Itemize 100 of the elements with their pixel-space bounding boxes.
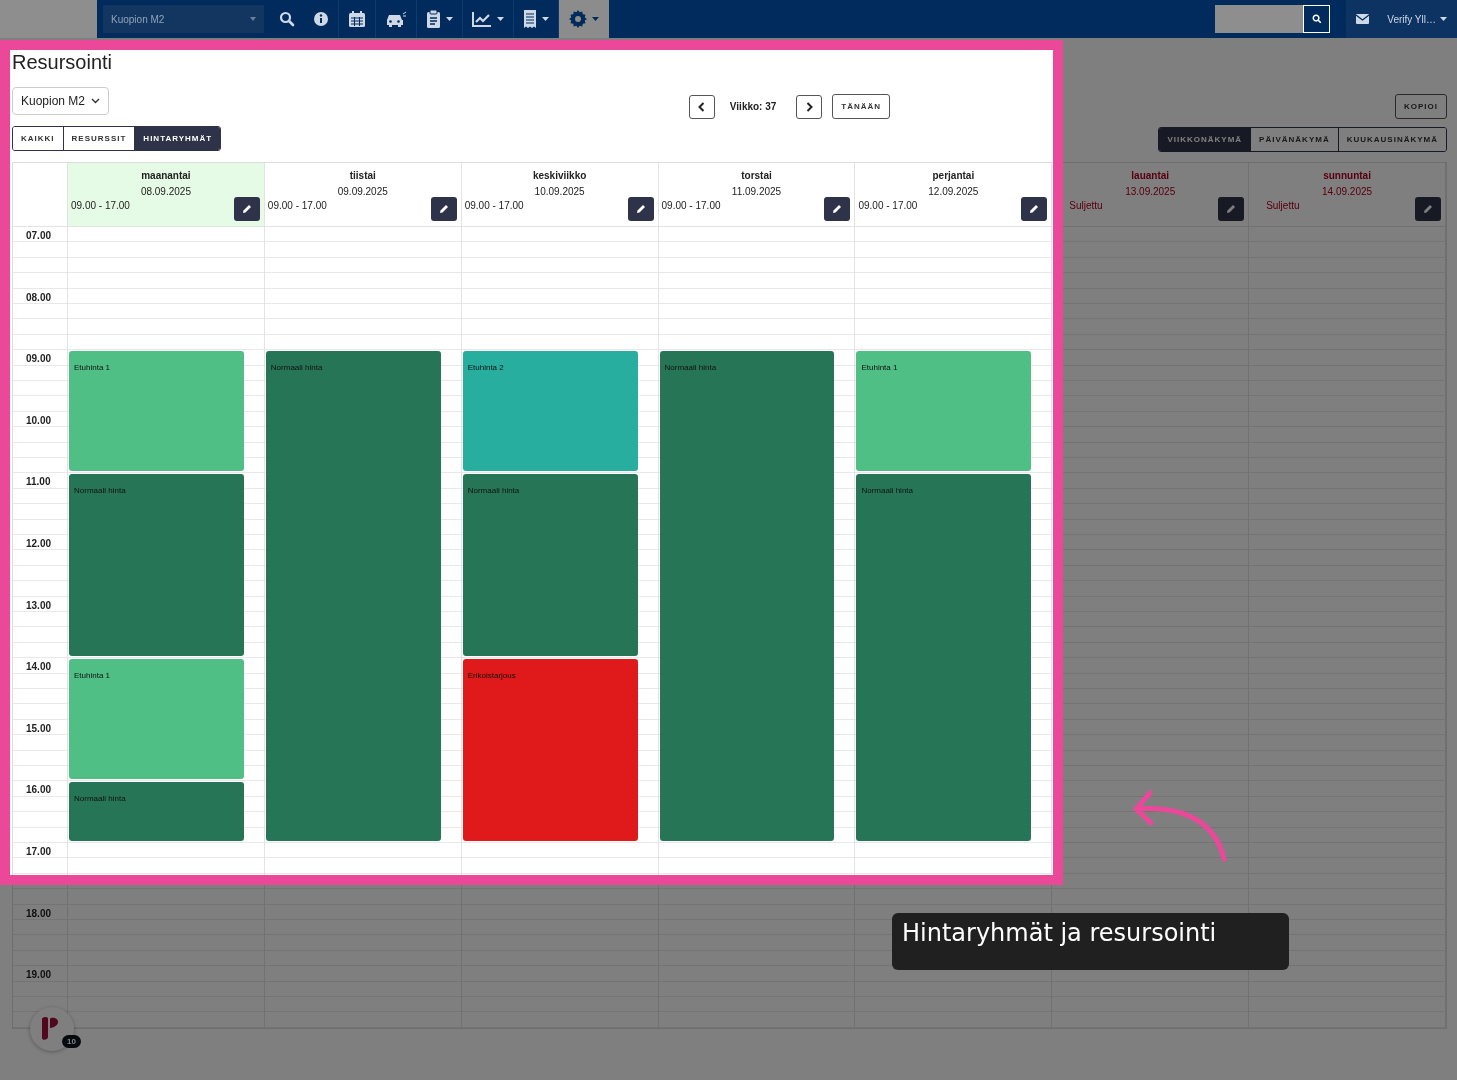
hour-label: 10.00 (26, 414, 52, 426)
copy-button[interactable]: KOPIOI (1395, 94, 1447, 119)
search-button[interactable] (1303, 5, 1331, 33)
user-menu[interactable]: Verify Yll… (1379, 0, 1457, 38)
day-date: 14.09.2025 (1322, 186, 1373, 197)
pencil-icon (241, 204, 252, 214)
day-date: 08.09.2025 (140, 186, 191, 197)
price-group-label: Etuhinta 1 (861, 363, 898, 373)
price-group-block[interactable]: Erikoistarjous (462, 659, 638, 841)
pencil-icon (438, 204, 449, 214)
opening-hours: Suljettu (1266, 200, 1300, 211)
price-group-block[interactable]: Etuhinta 1 (856, 351, 1032, 472)
hour-label: 18.00 (26, 907, 52, 919)
tutorial-caption: Hintaryhmät ja resursointi (892, 913, 1289, 970)
receipt-icon (523, 10, 537, 28)
mail-icon[interactable] (1356, 14, 1370, 24)
search-field[interactable] (1215, 5, 1304, 33)
price-group-label: Etuhinta 1 (74, 671, 111, 681)
today-button[interactable]: TÄNÄÄN (832, 94, 891, 119)
caret-icon (1440, 17, 1447, 21)
day-name: tiistai (349, 170, 376, 181)
price-group-label: Normaali hinta (270, 363, 323, 373)
opening-hours: 09.00 - 17.00 (267, 200, 327, 211)
pencil-icon (832, 204, 843, 214)
day-date: 11.09.2025 (731, 186, 782, 197)
pencil-icon (1423, 204, 1433, 214)
hour-label: 19.00 (26, 969, 52, 981)
hour-label: 17.00 (26, 845, 52, 857)
page-title: Resursointi (12, 51, 114, 74)
price-group-block[interactable]: Normaali hinta (265, 351, 441, 841)
view-tab[interactable]: VIIKKONÄKYMÄ (1159, 128, 1252, 151)
location-select[interactable]: Kuopion M2 (12, 87, 110, 115)
filter-tab[interactable]: KAIKKI (13, 127, 64, 150)
edit-button[interactable] (430, 197, 457, 221)
day-date: 09.09.2025 (337, 186, 388, 197)
day-date: 13.09.2025 (1125, 186, 1176, 197)
chart-icon (472, 11, 492, 27)
price-group-label: Normaali hinta (861, 486, 913, 496)
day-name: torstai (741, 170, 772, 181)
next-week-button[interactable] (796, 94, 823, 119)
caret-icon (250, 17, 256, 21)
price-group-block[interactable]: Normaali hinta (69, 474, 244, 657)
calendar-icon (348, 10, 366, 28)
opening-hours: 09.00 - 17.00 (71, 200, 130, 211)
day-name: lauantai (1131, 170, 1170, 181)
price-group-block[interactable]: Normaali hinta (856, 474, 1032, 841)
search-icon (279, 11, 295, 27)
clipboard-icon (426, 10, 441, 28)
site-select[interactable]: Kuopion M2 (103, 5, 264, 33)
price-group-label: Normaali hinta (664, 363, 717, 373)
info-icon (313, 11, 329, 27)
price-group-block[interactable]: Normaali hinta (69, 782, 244, 841)
gear-menu-button[interactable] (558, 0, 609, 38)
hour-label: 09.00 (26, 353, 52, 365)
hour-label: 15.00 (26, 722, 52, 734)
price-group-label: Normaali hinta (74, 486, 126, 496)
opening-hours: Suljettu (1069, 200, 1103, 211)
week-label: Viikko: 37 (729, 101, 777, 112)
price-group-block[interactable]: Etuhinta 1 (69, 659, 244, 780)
hour-label: 13.00 (26, 599, 52, 611)
chevron-right-icon (805, 101, 813, 112)
price-group-label: Normaali hinta (467, 486, 520, 496)
day-date: 12.09.2025 (928, 186, 979, 197)
edit-button[interactable] (233, 197, 260, 221)
day-name: keskiviikko (532, 170, 587, 181)
notification-badge: 10 (62, 1035, 81, 1048)
day-name: sunnuntai (1323, 170, 1371, 181)
chevron-down-icon (91, 98, 101, 104)
hour-label: 14.00 (26, 661, 52, 673)
day-name: perjantai (932, 170, 975, 181)
price-group-block[interactable]: Normaali hinta (462, 474, 638, 657)
pencil-icon (1029, 204, 1040, 214)
previous-week-button[interactable] (688, 94, 715, 119)
hour-label: 12.00 (26, 537, 52, 549)
pencil-icon (635, 204, 646, 214)
price-group-label: Etuhinta 1 (74, 363, 111, 373)
price-group-block[interactable]: Normaali hinta (659, 351, 835, 841)
price-group-label: Erikoistarjous (467, 671, 516, 681)
price-group-label: Normaali hinta (74, 794, 126, 804)
edit-button[interactable] (627, 197, 654, 221)
settings-icon (569, 10, 587, 28)
price-group-block[interactable]: Etuhinta 2 (462, 351, 638, 472)
edit-button[interactable] (824, 197, 851, 221)
hour-label: 08.00 (26, 291, 52, 303)
hour-label: 16.00 (26, 784, 52, 796)
price-group-block[interactable]: Etuhinta 1 (69, 351, 244, 472)
opening-hours: 09.00 - 17.00 (858, 200, 918, 211)
edit-button[interactable] (1021, 197, 1048, 221)
search-icon (1311, 14, 1322, 24)
opening-hours: 09.00 - 17.00 (464, 200, 524, 211)
opening-hours: 09.00 - 17.00 (661, 200, 721, 211)
hour-label: 07.00 (26, 230, 52, 241)
chevron-left-icon (698, 101, 706, 112)
filter-tab[interactable]: HINTARYHMÄT (135, 127, 221, 150)
car-icon (385, 11, 407, 27)
pencil-icon (1226, 204, 1237, 214)
hour-label: 11.00 (26, 476, 51, 488)
day-date: 10.09.2025 (534, 186, 585, 197)
day-name: maanantai (141, 170, 191, 181)
price-group-label: Etuhinta 2 (467, 363, 504, 373)
